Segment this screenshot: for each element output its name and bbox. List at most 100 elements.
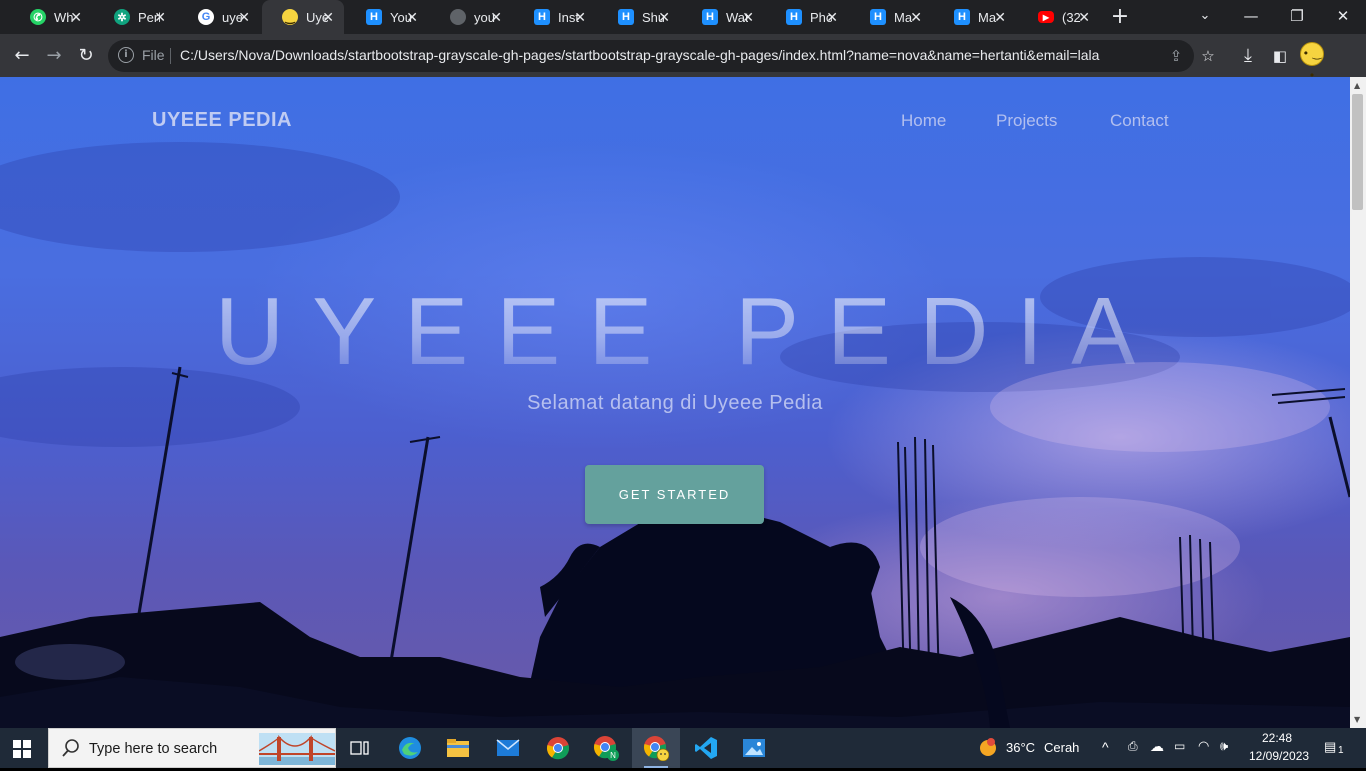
- notification-icon[interactable]: ▤: [1324, 739, 1336, 755]
- profile-avatar[interactable]: • ‿ •: [1300, 42, 1324, 82]
- share-icon[interactable]: ⇪: [1166, 46, 1186, 66]
- get-started-button[interactable]: GET STARTED: [585, 465, 764, 524]
- tab-close-icon[interactable]: ✕: [322, 9, 334, 25]
- nav-link-projects[interactable]: Projects: [996, 111, 1057, 131]
- taskbar-search-box[interactable]: Type here to search: [48, 728, 336, 768]
- page-scrollbar[interactable]: ▲ ▼: [1350, 77, 1366, 728]
- tab-close-icon[interactable]: ✕: [1078, 9, 1090, 25]
- close-window-button[interactable]: ✕: [1320, 0, 1366, 34]
- tab-close-icon[interactable]: ✕: [490, 9, 502, 25]
- meet-now-icon[interactable]: ⎙: [1128, 739, 1138, 754]
- weather-temperature[interactable]: 36°C: [1006, 740, 1035, 755]
- chrome-icon[interactable]: [534, 728, 582, 768]
- info-icon[interactable]: i: [118, 47, 134, 63]
- volume-icon[interactable]: 🕪: [1220, 738, 1228, 754]
- chevron-up-icon[interactable]: ^: [1102, 739, 1109, 755]
- tab-search-icon[interactable]: ⌄: [1182, 0, 1228, 34]
- browser-tab[interactable]: ✆ Wh ✕: [10, 0, 92, 34]
- search-placeholder: Type here to search: [89, 741, 218, 757]
- hubs-icon: H: [618, 9, 634, 25]
- windows-taskbar: Type here to search N 36°C Cerah ^ ⎙ ☁ ▭…: [0, 728, 1366, 768]
- browser-tab[interactable]: you ✕: [430, 0, 512, 34]
- address-url[interactable]: C:/Users/Nova/Downloads/startbootstrap-g…: [180, 47, 1100, 63]
- tab-close-icon[interactable]: ✕: [238, 9, 250, 25]
- browser-tab[interactable]: ▶ (32 ✕: [1018, 0, 1100, 34]
- chrome-smiley-icon[interactable]: [632, 728, 680, 768]
- browser-tab[interactable]: H Shu ✕: [598, 0, 680, 34]
- chrome-profile-icon[interactable]: N: [582, 728, 630, 768]
- webpage-viewport: UYEEE PEDIA Home Projects Contact UYEEE …: [0, 77, 1350, 728]
- search-icon: [62, 739, 79, 757]
- browser-tab[interactable]: ‿ Uye ✕: [262, 0, 344, 34]
- address-divider: [170, 48, 171, 64]
- svg-text:N: N: [610, 751, 616, 760]
- bridge-illustration-icon: [259, 733, 335, 765]
- hubs-icon: H: [702, 9, 718, 25]
- clock-time[interactable]: 22:48: [1262, 731, 1292, 745]
- browser-toolbar: ← → ↻ i File C:/Users/Nova/Downloads/sta…: [0, 34, 1366, 77]
- hubs-icon: H: [954, 9, 970, 25]
- chatgpt-icon: ✲: [114, 9, 130, 25]
- tab-close-icon[interactable]: ✕: [826, 9, 838, 25]
- tab-close-icon[interactable]: ✕: [994, 9, 1006, 25]
- hubs-icon: H: [870, 9, 886, 25]
- address-scheme-label: File: [142, 47, 165, 63]
- whatsapp-icon: ✆: [30, 9, 46, 25]
- nav-link-contact[interactable]: Contact: [1110, 111, 1169, 131]
- onedrive-cloud-icon[interactable]: ☁: [1150, 738, 1164, 755]
- browser-tab[interactable]: H You ✕: [346, 0, 428, 34]
- tab-strip: ✆ Wh ✕ ✲ Perl ✕ Guye ✕ ‿ Uye ✕ H You ✕ you ✕ H Inst ✕ H Shu ✕…: [0, 0, 1366, 34]
- bookmark-star-icon[interactable]: ☆: [1198, 46, 1218, 66]
- site-brand[interactable]: UYEEE PEDIA: [152, 109, 292, 132]
- globe-icon: [450, 9, 466, 25]
- photos-icon[interactable]: [730, 728, 778, 768]
- weather-condition[interactable]: Cerah: [1044, 740, 1079, 755]
- minimize-button[interactable]: —: [1228, 0, 1274, 34]
- google-icon: G: [198, 9, 214, 25]
- vscode-icon[interactable]: [682, 728, 730, 768]
- address-bar[interactable]: i File C:/Users/Nova/Downloads/startboot…: [108, 40, 1215, 72]
- clock-date[interactable]: 12/09/2023: [1249, 749, 1309, 763]
- scroll-down-arrow-icon[interactable]: ▼: [1354, 715, 1360, 724]
- browser-tab[interactable]: H Ma ✕: [934, 0, 1016, 34]
- task-view-icon[interactable]: [336, 728, 384, 768]
- nav-link-home[interactable]: Home: [901, 111, 946, 131]
- youtube-icon: ▶: [1038, 11, 1054, 23]
- hubs-icon: H: [786, 9, 802, 25]
- restore-button[interactable]: ❐: [1274, 0, 1320, 34]
- tab-close-icon[interactable]: ✕: [910, 9, 922, 25]
- hero-subtitle: Selamat datang di Uyeee Pedia: [527, 392, 823, 414]
- edge-icon[interactable]: [386, 728, 434, 768]
- browser-tab[interactable]: H Wat ✕: [682, 0, 764, 34]
- battery-icon[interactable]: ▭: [1174, 739, 1185, 753]
- tab-close-icon[interactable]: ✕: [406, 9, 418, 25]
- tab-close-icon[interactable]: ✕: [742, 9, 754, 25]
- browser-tab[interactable]: H Pho ✕: [766, 0, 848, 34]
- tab-close-icon[interactable]: ✕: [154, 9, 166, 25]
- mail-icon[interactable]: [484, 728, 532, 768]
- start-windows-icon[interactable]: [13, 740, 31, 762]
- new-tab-button[interactable]: +: [1108, 4, 1132, 30]
- tab-close-icon[interactable]: ✕: [70, 9, 82, 25]
- smiley-icon: ‿: [282, 9, 298, 25]
- hubs-icon: H: [534, 9, 550, 25]
- browser-tab[interactable]: Guye ✕: [178, 0, 260, 34]
- browser-tab[interactable]: H Inst ✕: [514, 0, 596, 34]
- scrollbar-thumb[interactable]: [1352, 94, 1363, 210]
- back-icon[interactable]: ←: [8, 42, 36, 70]
- tab-close-icon[interactable]: ✕: [574, 9, 586, 25]
- tab-close-icon[interactable]: ✕: [658, 9, 670, 25]
- notification-count: 1: [1338, 745, 1344, 756]
- reload-icon[interactable]: ↻: [72, 42, 100, 70]
- hero-title: UYEEE PEDIA: [0, 277, 1350, 387]
- scroll-up-arrow-icon[interactable]: ▲: [1354, 81, 1360, 90]
- hubs-icon: H: [366, 9, 382, 25]
- browser-tab[interactable]: ✲ Perl ✕: [94, 0, 176, 34]
- browser-tab[interactable]: H Ma ✕: [850, 0, 932, 34]
- side-panel-icon[interactable]: ◧: [1266, 42, 1294, 70]
- wifi-icon[interactable]: ◠: [1198, 738, 1209, 754]
- file-explorer-icon[interactable]: [434, 728, 482, 768]
- download-icon[interactable]: ⤓: [1234, 42, 1262, 70]
- forward-icon[interactable]: →: [40, 42, 68, 70]
- weather-icon[interactable]: [976, 728, 1000, 768]
